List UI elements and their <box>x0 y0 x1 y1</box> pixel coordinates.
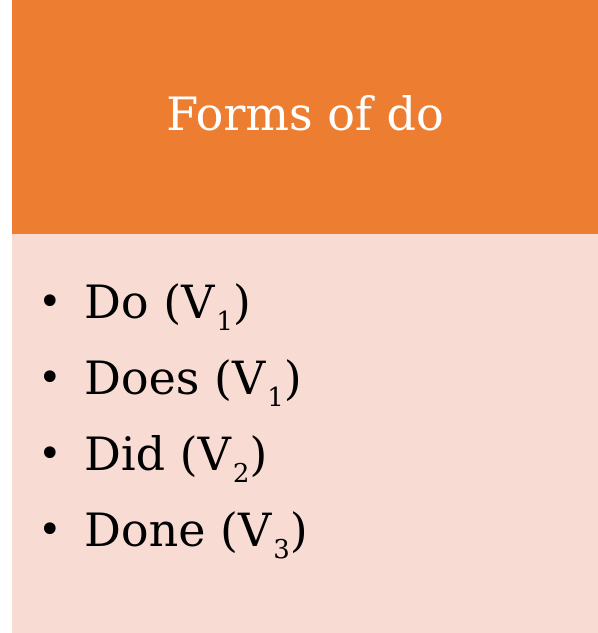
list-item: • Did (V2) <box>12 416 598 492</box>
bullet-icon: • <box>38 431 62 477</box>
verb-label-close: ) <box>249 427 268 481</box>
list-item-text: Do (V1) <box>84 264 251 348</box>
list-item: • Done (V3) <box>12 492 598 568</box>
verb-label-subscript: 3 <box>273 535 290 565</box>
bullet-icon: • <box>38 507 62 553</box>
verb-form: Did <box>84 427 166 481</box>
verb-label-open: (V <box>165 427 231 481</box>
list-item: • Do (V1) <box>12 264 598 340</box>
verb-label-subscript: 2 <box>232 459 250 489</box>
verb-form: Do <box>84 275 149 329</box>
verb-form: Done <box>84 503 206 557</box>
list-item: • Does (V1) <box>12 340 598 416</box>
verb-label-open: (V <box>205 503 272 557</box>
forms-list: • Do (V1) • Does (V1) • Did (V2) • Done … <box>12 264 598 568</box>
verb-label-close: ) <box>283 351 302 405</box>
slide: Forms of do • Do (V1) • Does (V1) • Did … <box>12 0 598 633</box>
list-item-text: Did (V2) <box>84 416 267 500</box>
verb-label-subscript: 1 <box>216 307 233 337</box>
verb-label-open: (V <box>148 275 215 329</box>
verb-form: Does <box>84 351 200 405</box>
verb-label-open: (V <box>199 351 266 405</box>
bullet-icon: • <box>38 355 62 401</box>
verb-label-subscript: 1 <box>267 383 284 413</box>
verb-label-close: ) <box>232 275 251 329</box>
bullet-icon: • <box>38 279 62 325</box>
slide-title: Forms of do <box>166 87 444 141</box>
verb-label-close: ) <box>289 503 308 557</box>
list-item-text: Does (V1) <box>84 340 302 424</box>
title-banner: Forms of do <box>12 0 598 234</box>
list-item-text: Done (V3) <box>84 492 308 576</box>
content-area: • Do (V1) • Does (V1) • Did (V2) • Done … <box>12 234 598 633</box>
